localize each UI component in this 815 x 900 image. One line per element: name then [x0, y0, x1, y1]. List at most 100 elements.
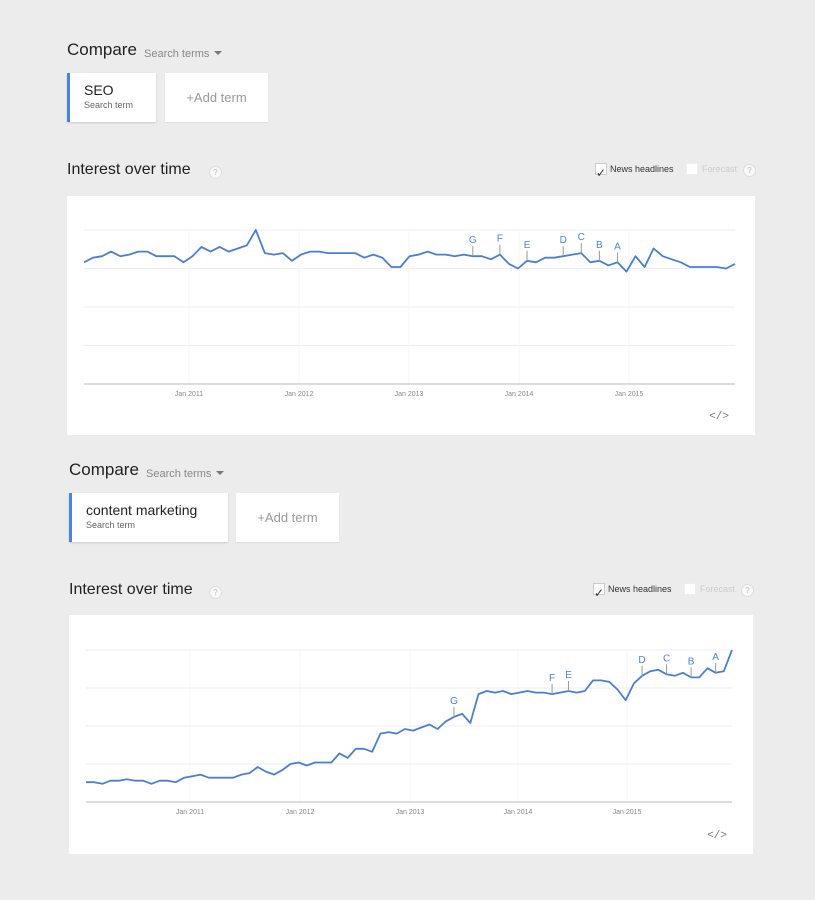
- data-point[interactable]: [697, 265, 701, 269]
- data-point[interactable]: [705, 666, 709, 670]
- data-point[interactable]: [509, 692, 513, 696]
- data-point[interactable]: [337, 751, 341, 755]
- data-point[interactable]: [118, 254, 122, 258]
- data-point[interactable]: [480, 254, 484, 258]
- news-annotation-D[interactable]: D: [560, 235, 567, 246]
- data-point[interactable]: [516, 267, 520, 271]
- data-point[interactable]: [489, 257, 493, 261]
- search-terms-dropdown[interactable]: Search terms: [144, 44, 223, 62]
- data-point[interactable]: [239, 773, 243, 777]
- data-point[interactable]: [198, 773, 202, 777]
- data-point[interactable]: [288, 762, 292, 766]
- data-point[interactable]: [679, 260, 683, 264]
- data-point[interactable]: [136, 250, 140, 254]
- data-point[interactable]: [697, 675, 701, 679]
- news-annotation-F[interactable]: F: [549, 673, 555, 684]
- data-point[interactable]: [427, 722, 431, 726]
- data-point[interactable]: [625, 270, 629, 274]
- data-point[interactable]: [616, 688, 620, 692]
- data-point[interactable]: [166, 779, 170, 783]
- data-point[interactable]: [583, 689, 587, 693]
- term-card-seo[interactable]: SEO Search term: [67, 73, 156, 122]
- data-point[interactable]: [507, 262, 511, 266]
- data-point[interactable]: [326, 251, 330, 255]
- data-point[interactable]: [591, 678, 595, 682]
- help-icon[interactable]: ?: [209, 166, 222, 179]
- data-point[interactable]: [158, 779, 162, 783]
- news-annotation-C[interactable]: C: [663, 653, 670, 664]
- news-annotation-G[interactable]: G: [469, 235, 477, 246]
- data-point[interactable]: [154, 254, 158, 258]
- data-point[interactable]: [264, 770, 268, 774]
- data-point[interactable]: [280, 768, 284, 772]
- data-point[interactable]: [435, 253, 439, 257]
- news-headlines-checkbox[interactable]: ✓: [595, 163, 607, 179]
- news-annotation-E[interactable]: E: [524, 240, 531, 251]
- data-point[interactable]: [552, 256, 556, 260]
- data-point[interactable]: [215, 776, 219, 780]
- data-point[interactable]: [733, 262, 737, 266]
- data-point[interactable]: [715, 265, 719, 269]
- data-point[interactable]: [652, 246, 656, 250]
- data-point[interactable]: [362, 747, 366, 751]
- data-point[interactable]: [526, 689, 530, 693]
- data-point[interactable]: [82, 260, 86, 264]
- data-point[interactable]: [223, 776, 227, 780]
- data-point[interactable]: [417, 253, 421, 257]
- data-point[interactable]: [462, 253, 466, 257]
- data-point[interactable]: [353, 251, 357, 255]
- data-point[interactable]: [670, 257, 674, 261]
- help-icon[interactable]: ?: [209, 586, 222, 599]
- data-point[interactable]: [191, 254, 195, 258]
- data-point[interactable]: [125, 777, 129, 781]
- data-point[interactable]: [444, 719, 448, 723]
- data-point[interactable]: [181, 260, 185, 264]
- data-point[interactable]: [127, 253, 131, 257]
- data-point[interactable]: [542, 691, 546, 695]
- data-point[interactable]: [493, 691, 497, 695]
- data-point[interactable]: [346, 756, 350, 760]
- data-point[interactable]: [408, 254, 412, 258]
- data-point[interactable]: [411, 729, 415, 733]
- data-point[interactable]: [661, 254, 665, 258]
- data-point[interactable]: [297, 760, 301, 764]
- data-point[interactable]: [227, 250, 231, 254]
- data-point[interactable]: [681, 671, 685, 675]
- data-point[interactable]: [722, 669, 726, 673]
- data-point[interactable]: [172, 254, 176, 258]
- data-point[interactable]: [317, 250, 321, 254]
- data-point[interactable]: [730, 648, 734, 652]
- data-point[interactable]: [290, 259, 294, 263]
- news-annotation-A[interactable]: A: [712, 652, 719, 663]
- data-point[interactable]: [256, 765, 260, 769]
- data-point[interactable]: [236, 246, 240, 250]
- embed-code-icon[interactable]: </>: [707, 830, 727, 842]
- data-point[interactable]: [354, 747, 358, 751]
- data-point[interactable]: [656, 668, 660, 672]
- data-point[interactable]: [534, 691, 538, 695]
- forecast-help-icon[interactable]: ?: [741, 584, 754, 597]
- data-point[interactable]: [436, 727, 440, 731]
- data-point[interactable]: [109, 250, 113, 254]
- embed-code-icon[interactable]: </>: [709, 411, 729, 423]
- data-point[interactable]: [100, 254, 104, 258]
- data-point[interactable]: [248, 771, 252, 775]
- data-point[interactable]: [419, 726, 423, 730]
- data-point[interactable]: [395, 732, 399, 736]
- data-point[interactable]: [371, 253, 375, 257]
- news-annotation-B[interactable]: B: [596, 240, 603, 251]
- data-point[interactable]: [673, 674, 677, 678]
- data-point[interactable]: [100, 782, 104, 786]
- news-annotation-E[interactable]: E: [565, 670, 572, 681]
- data-point[interactable]: [570, 253, 574, 257]
- data-point[interactable]: [209, 250, 213, 254]
- data-point[interactable]: [84, 780, 88, 784]
- data-point[interactable]: [444, 253, 448, 257]
- data-point[interactable]: [460, 712, 464, 716]
- search-terms-dropdown[interactable]: Search terms: [146, 464, 225, 482]
- data-point[interactable]: [370, 750, 374, 754]
- add-term-button[interactable]: +Add term: [165, 73, 268, 122]
- data-point[interactable]: [109, 779, 113, 783]
- forecast-help-icon[interactable]: ?: [743, 164, 756, 177]
- data-point[interactable]: [517, 691, 521, 695]
